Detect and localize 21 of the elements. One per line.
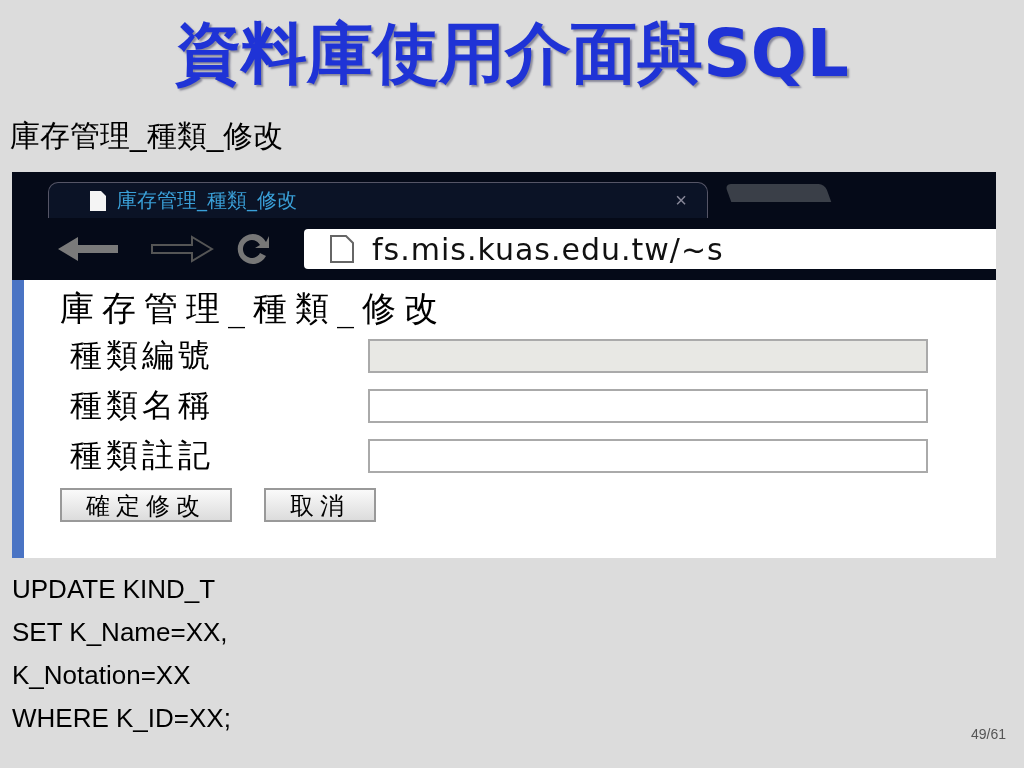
- field-label: 種類名稱: [70, 385, 215, 426]
- confirm-button[interactable]: 確定修改: [60, 488, 232, 522]
- text-field[interactable]: [368, 439, 928, 473]
- page-number: 49/61: [970, 726, 1006, 742]
- cancel-button[interactable]: 取消: [264, 488, 376, 522]
- text-field[interactable]: [368, 389, 928, 423]
- address-bar[interactable]: fs.mis.kuas.edu.tw/~s: [304, 229, 996, 269]
- field-label: 種類編號: [70, 335, 215, 376]
- field-label: 種類註記: [70, 435, 215, 476]
- sql-line: K_Notation=XX: [12, 659, 191, 692]
- new-tab-button[interactable]: [724, 184, 832, 202]
- sql-line: WHERE K_ID=XX;: [12, 702, 231, 735]
- slide-subtitle: 庫存管理_種類_修改: [10, 118, 284, 154]
- page-icon: [330, 235, 354, 263]
- browser-tab[interactable]: 庫存管理_種類_修改 ×: [48, 182, 708, 218]
- close-tab-button[interactable]: ×: [669, 189, 693, 212]
- page-heading: 庫存管理_種類_修改: [60, 288, 447, 328]
- sql-line: UPDATE KIND_T: [12, 573, 216, 606]
- sql-line: SET K_Name=XX,: [12, 616, 228, 649]
- page-icon: [89, 189, 107, 212]
- slide-title: 資料庫使用介面與SQL: [175, 14, 849, 94]
